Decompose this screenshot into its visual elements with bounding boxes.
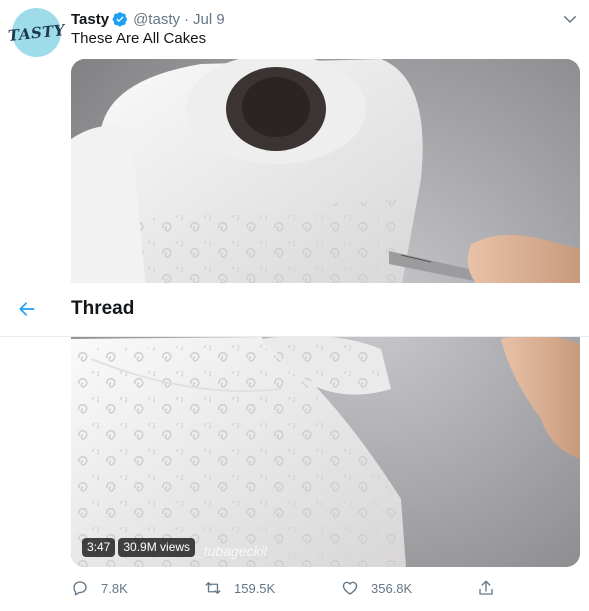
like-button[interactable]: 356.8K — [341, 576, 412, 600]
retweet-button[interactable]: 159.5K — [204, 576, 275, 600]
reply-icon — [73, 581, 87, 596]
user-handle[interactable]: @tasty — [133, 11, 180, 28]
thread-header-bar: Thread — [0, 283, 589, 337]
video-duration-badge: 3:47 — [82, 538, 116, 557]
display-name[interactable]: Tasty — [71, 11, 109, 28]
retweet-icon — [205, 582, 221, 594]
tweet-actions: 7.8K 159.5K 356.8K — [71, 576, 501, 600]
avatar[interactable]: TASTY — [7, 8, 66, 57]
reply-button[interactable]: 7.8K — [71, 576, 128, 600]
header-separator: · — [183, 10, 189, 28]
thread-title: Thread — [71, 298, 135, 319]
arrow-left-icon — [19, 302, 35, 316]
share-button[interactable] — [477, 576, 507, 600]
heart-icon — [342, 581, 358, 595]
verified-badge-icon — [112, 11, 128, 27]
retweet-count: 159.5K — [234, 580, 276, 596]
video-views-badge: 30.9M views — [118, 538, 196, 557]
tweet-header: Tasty @tasty · Jul 9 — [71, 9, 589, 29]
back-button[interactable] — [10, 292, 44, 326]
video-badges: 3:47 30.9M views — [82, 538, 196, 557]
tweet-text: These Are All Cakes — [71, 30, 207, 47]
like-count: 356.8K — [371, 580, 413, 596]
tweet-date[interactable]: Jul 9 — [193, 11, 225, 28]
reply-count: 7.8K — [101, 580, 128, 596]
avatar-logo-text: TASTY — [7, 20, 66, 45]
video-watermark: _tubageckil — [196, 543, 267, 559]
chevron-down-icon[interactable] — [561, 10, 579, 28]
share-icon — [479, 580, 493, 595]
